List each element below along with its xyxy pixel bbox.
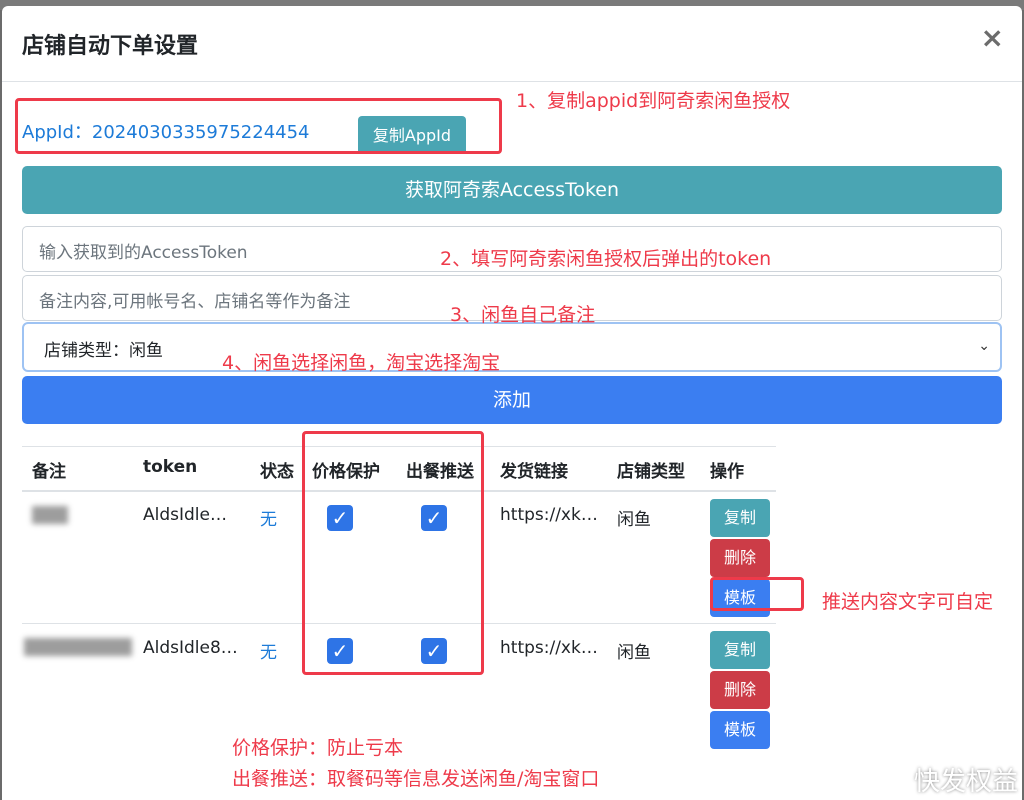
- row1-delete-button[interactable]: 删除: [710, 539, 770, 577]
- row1-link[interactable]: https://xk…: [500, 505, 598, 525]
- template-highlight-box: [710, 577, 804, 611]
- annotation-step3: 3、闲鱼自己备注: [450, 304, 596, 326]
- header-actions: 操作: [710, 462, 744, 482]
- checkbox-highlight-box: [302, 431, 484, 675]
- row1-shop-type: 闲鱼: [617, 510, 651, 530]
- row2-shop-type: 闲鱼: [617, 643, 651, 663]
- annotation-step1: 1、复制appid到阿奇索闲鱼授权: [516, 90, 791, 112]
- annotation-meal-push: 出餐推送：取餐码等信息发送闲鱼/淘宝窗口: [232, 768, 600, 790]
- annotation-template: 推送内容文字可自定: [822, 591, 994, 613]
- chevron-down-icon: ⌄: [978, 338, 990, 354]
- annotation-step4: 4、闲鱼选择闲鱼，淘宝选择淘宝: [222, 352, 501, 374]
- row2-copy-button[interactable]: 复制: [710, 631, 770, 669]
- dialog-title: 店铺自动下单设置: [22, 34, 199, 59]
- shop-type-select[interactable]: 店铺类型：闲鱼 ⌄: [22, 322, 1002, 372]
- header-ship-link: 发货链接: [500, 462, 568, 482]
- header-shop-type: 店铺类型: [617, 462, 685, 482]
- row1-copy-button[interactable]: 复制: [710, 499, 770, 537]
- row2-status: 无: [260, 643, 277, 663]
- annotation-price-protect: 价格保护：防止亏本: [232, 737, 404, 759]
- shop-type-value: 店铺类型：闲鱼: [44, 341, 163, 361]
- row1-status: 无: [260, 510, 277, 530]
- blurred-note: [32, 506, 68, 524]
- row1-token: AldsIdle…: [143, 505, 227, 525]
- row2-token: AldsIdle8…: [143, 638, 238, 658]
- appid-highlight-box: [15, 98, 502, 154]
- row2-delete-button[interactable]: 删除: [710, 671, 770, 709]
- annotation-step2: 2、填写阿奇索闲鱼授权后弹出的token: [440, 248, 772, 270]
- row2-template-button[interactable]: 模板: [710, 711, 770, 749]
- header-note: 备注: [32, 462, 66, 482]
- header-status: 状态: [260, 462, 294, 482]
- get-accesstoken-button[interactable]: 获取阿奇索AccessToken: [22, 166, 1002, 214]
- watermark: 快发权益: [913, 767, 1018, 797]
- add-button[interactable]: 添加: [22, 376, 1002, 424]
- header-token: token: [143, 457, 198, 477]
- dialog-header: 店铺自动下单设置 ×: [2, 6, 1022, 82]
- row2-link[interactable]: https://xk…: [500, 638, 598, 658]
- blurred-note: [24, 638, 132, 656]
- close-button[interactable]: ×: [981, 24, 1004, 52]
- shop-auto-order-dialog: 店铺自动下单设置 × AppId：2024030335975224454 复制A…: [2, 6, 1022, 800]
